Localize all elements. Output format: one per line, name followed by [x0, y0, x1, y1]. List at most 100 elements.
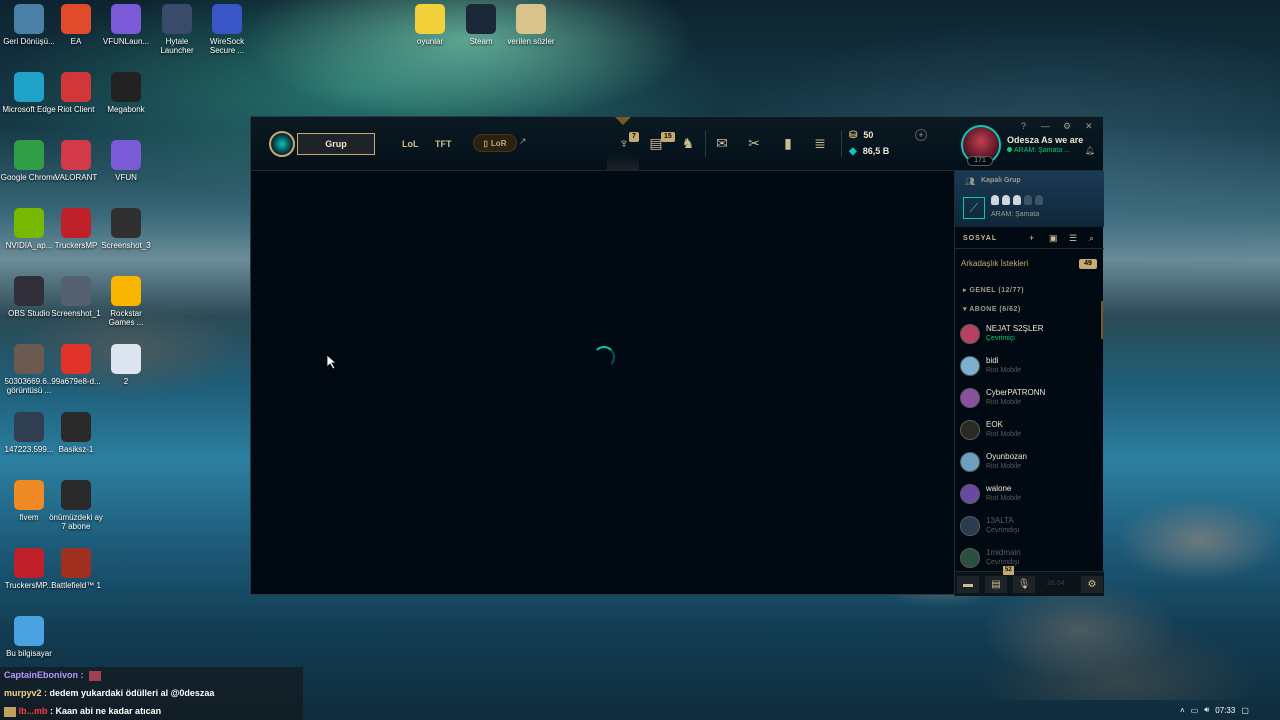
vfun-icon: [111, 4, 141, 34]
desktop-icon[interactable]: Rockstar Games ...: [97, 276, 155, 327]
desktop-icon[interactable]: önümüzdeki ay 7 abone: [47, 480, 105, 531]
friend-name: Oyunbozan: [986, 452, 1027, 461]
aram-mode-icon: ⟋: [963, 197, 985, 219]
riot-points-amount: 86,5 B: [862, 146, 890, 156]
tray-clock[interactable]: 07:33: [1215, 706, 1235, 715]
nav-lor[interactable]: ▯ LoR: [473, 134, 517, 152]
search-icon[interactable]: ⌕: [1089, 233, 1094, 244]
friend-row[interactable]: 13ALTA Çevrimdışı: [959, 513, 1097, 541]
desktop-icon-label: Rockstar Games ...: [108, 309, 144, 327]
desktop-icon[interactable]: Screenshot_3: [97, 208, 155, 250]
pdf-icon: [61, 344, 91, 374]
friend-row[interactable]: Oyunbozan Riot Mobile: [959, 449, 1097, 477]
friend-name: EOK: [986, 420, 1003, 429]
lor-label: LoR: [490, 138, 507, 148]
collection-icon[interactable]: ✂: [745, 133, 763, 153]
blue-essence-amount: 50: [863, 130, 874, 140]
top-notch: [615, 117, 631, 125]
desktop-icon[interactable]: 2: [97, 344, 155, 386]
friend-name: 13ALTA: [986, 516, 1014, 525]
store-icon[interactable]: ▮: [779, 133, 797, 153]
list-view-icon[interactable]: ☰: [1069, 233, 1077, 244]
microphone-icon[interactable]: 🎙︎: [1013, 576, 1035, 593]
steam-icon: [466, 4, 496, 34]
text-file-icon: [111, 344, 141, 374]
image-icon: [14, 344, 44, 374]
megabonk-icon: [111, 72, 141, 102]
friend-row[interactable]: 1midmain Çevrimdışı: [959, 545, 1097, 573]
settings-gear-icon[interactable]: ⚙: [1063, 121, 1071, 132]
desktop-icon[interactable]: VFUN: [97, 140, 155, 182]
help-icon[interactable]: ?: [1021, 121, 1026, 131]
friend-row[interactable]: CyberPATRONN Riot Mobile: [959, 385, 1097, 413]
nvidia-icon: [14, 208, 44, 238]
profile-icon[interactable]: ♞: [679, 133, 697, 153]
tray-chevron-icon[interactable]: ˄: [1180, 706, 1185, 715]
obs-icon: [14, 276, 44, 306]
desktop-icon[interactable]: Basiksz-1: [47, 412, 105, 454]
friend-row[interactable]: NEJAT S2ŞLER Çevrimiçi: [959, 321, 1097, 349]
clash-icon[interactable]: ≣: [811, 133, 829, 153]
online-dot-icon: [1007, 147, 1012, 152]
friend-avatar: [960, 356, 980, 376]
group-general[interactable]: ▸ GENEL (12/77): [963, 286, 1024, 294]
desktop-icon-label: WireSock Secure ...: [209, 37, 245, 55]
wiresock-icon: [212, 4, 242, 34]
party-panel[interactable]: 👥︎ Kapalı Grup ⟋ ARAM: Şamata: [955, 171, 1104, 227]
minimize-icon[interactable]: —: [1041, 121, 1050, 131]
chat-emote-icon: [89, 670, 102, 681]
desktop-icon[interactable]: oyunlar: [401, 4, 459, 46]
notifications-icon[interactable]: ▢: [1241, 706, 1249, 715]
rockstar-icon: [111, 276, 141, 306]
add-folder-icon[interactable]: ▣: [1049, 233, 1058, 244]
network-icon[interactable]: ▭: [1191, 706, 1199, 715]
hytale-icon: [162, 4, 192, 34]
desktop-icon[interactable]: Battlefield™ 1: [47, 548, 105, 590]
screenshot-icon: [111, 208, 141, 238]
friend-status: Çevrimdışı: [986, 559, 1020, 566]
nav-lol[interactable]: LoL: [402, 139, 419, 149]
friend-row[interactable]: EOK Riot Mobile: [959, 417, 1097, 445]
chat-icon[interactable]: ▬: [957, 576, 979, 593]
desktop-icon-label: Screenshot_3: [101, 241, 151, 250]
footer-badge: 52: [1003, 566, 1014, 575]
friend-name: CyberPATRONN: [986, 388, 1046, 397]
desktop-icon[interactable]: WireSock Secure ...: [198, 4, 256, 55]
desktop-icon[interactable]: Bu bilgisayar: [0, 616, 58, 658]
league-logo-icon[interactable]: [269, 131, 295, 157]
valorant-icon: [61, 140, 91, 170]
friend-list-scrollbar[interactable]: [1101, 301, 1103, 339]
friend-name: walone: [986, 484, 1012, 493]
party-slot-filled: [1002, 195, 1010, 205]
desktop-icon[interactable]: verilen sözler: [502, 4, 560, 46]
loading-spinner: [593, 346, 615, 368]
friend-row[interactable]: bidi Riot Mobile: [959, 353, 1097, 381]
friend-avatar: [960, 324, 980, 344]
desktop-icon-label: 2: [123, 377, 129, 386]
friend-row[interactable]: walone Riot Mobile: [959, 481, 1097, 509]
volume-icon[interactable]: 🔊︎: [1204, 705, 1209, 715]
nav-tft[interactable]: TFT: [435, 139, 452, 149]
summoner-status-text: ARAM: Şamata ...: [1014, 147, 1071, 154]
party-title: Kapalı Grup: [981, 177, 1021, 184]
party-play-button[interactable]: Grup: [297, 133, 375, 155]
add-friend-icon[interactable]: +: [1029, 233, 1034, 243]
desktop-icon-label: VFUNLaun...: [102, 37, 150, 46]
close-icon[interactable]: ✕: [1085, 121, 1093, 132]
chat-line: murpyv2 : dedem yukardaki ödülleri al @0…: [4, 686, 214, 700]
loot-icon[interactable]: ✉: [713, 133, 731, 153]
desktop-icon[interactable]: Megabonk: [97, 72, 155, 114]
group-subs[interactable]: ▾ ABONE (6/62): [963, 305, 1021, 313]
blue-essence-icon: ⛁: [849, 129, 858, 141]
lor-card-icon: ▯: [483, 138, 488, 148]
friend-requests-link[interactable]: Arkadaşlık İstekleri: [961, 259, 1028, 268]
settings-icon[interactable]: ⚙: [1081, 576, 1103, 593]
notification-bell-icon[interactable]: 🔔︎: [1085, 146, 1095, 155]
recycle-bin-icon: [14, 4, 44, 34]
notes-icon[interactable]: ▤: [985, 576, 1007, 593]
friend-status: Riot Mobile: [986, 399, 1022, 406]
buy-rp-button[interactable]: +: [915, 129, 927, 141]
desktop-icon[interactable]: VFUNLaun...: [97, 4, 155, 46]
chat-username: lb...mb: [18, 706, 48, 716]
summoner-name[interactable]: Odesza As we are: [1007, 135, 1083, 145]
